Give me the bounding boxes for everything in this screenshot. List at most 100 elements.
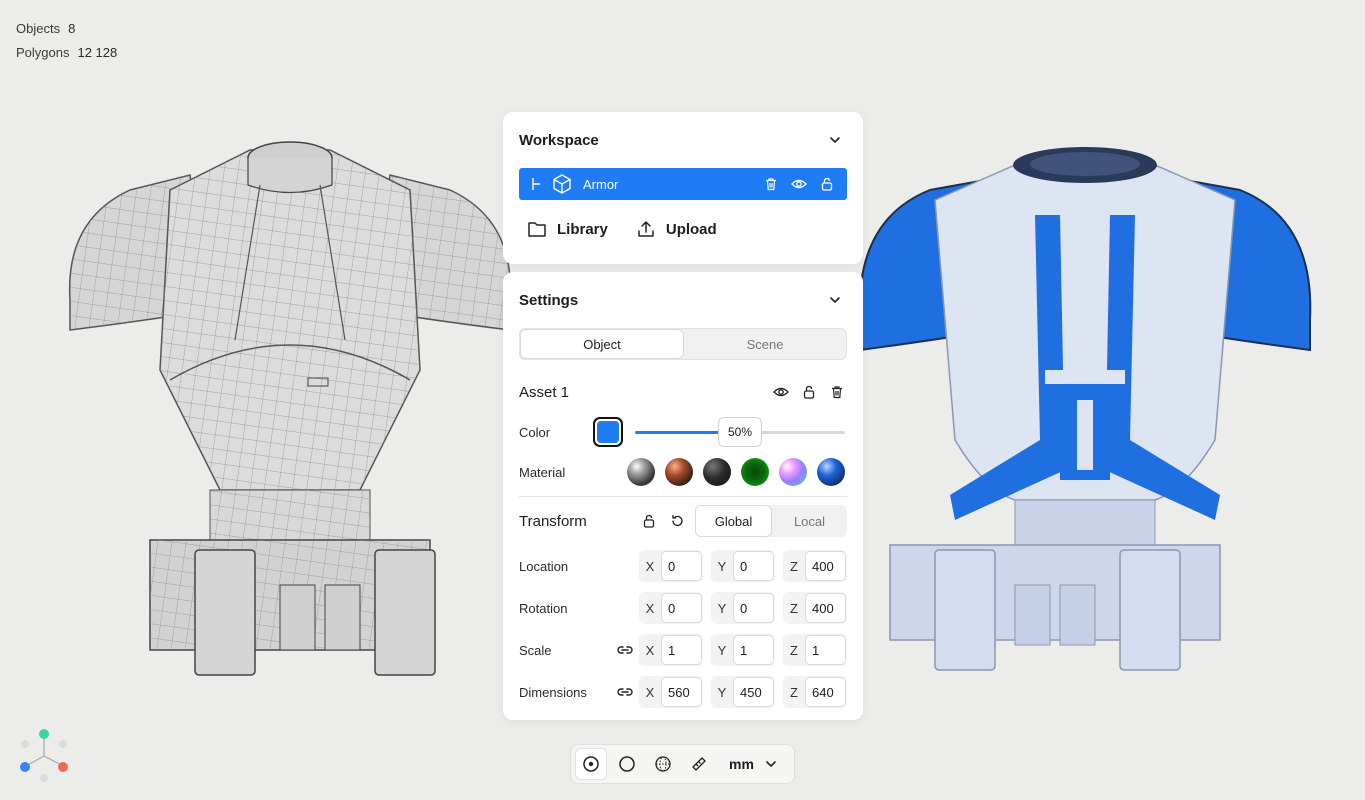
- select-tool-button[interactable]: [575, 748, 607, 780]
- location-y-field: Y0: [711, 550, 775, 582]
- ruler-icon: [692, 757, 706, 771]
- scale-y-field: Y1: [711, 634, 775, 666]
- rotation-x-field: X0: [639, 592, 703, 624]
- location-y-input[interactable]: 0: [733, 551, 774, 581]
- axis-label: Z: [790, 642, 798, 658]
- iridescent-sphere-material[interactable]: [779, 458, 807, 486]
- chevron-down-icon[interactable]: [823, 128, 847, 152]
- transform-title: Transform: [519, 512, 587, 530]
- axis-label: Y: [717, 642, 727, 658]
- unit-select[interactable]: mm: [729, 756, 778, 772]
- asset-title: Asset 1: [519, 383, 570, 401]
- sphere-tool-button[interactable]: [611, 748, 643, 780]
- unlock-icon[interactable]: [799, 382, 819, 402]
- scene-stats: Objects 8 Polygons 12 128: [16, 16, 117, 64]
- upload-button[interactable]: Upload: [636, 220, 717, 238]
- location-z-input[interactable]: 400: [805, 551, 846, 581]
- eye-icon[interactable]: [771, 382, 791, 402]
- tree-branch-icon: [532, 178, 540, 190]
- material-label: Material: [519, 464, 566, 480]
- rotation-y-input[interactable]: 0: [733, 593, 774, 623]
- scale-x-field: X1: [639, 634, 703, 666]
- link-icon[interactable]: [611, 640, 639, 660]
- axis-label: Z: [790, 600, 798, 616]
- blue-gloss-sphere-material[interactable]: [817, 458, 845, 486]
- dimensions-label: Dimensions: [519, 684, 587, 700]
- scale-z-field: Z1: [783, 634, 847, 666]
- rotation-x-input[interactable]: 0: [661, 593, 702, 623]
- link-icon[interactable]: [611, 682, 639, 702]
- upload-label: Upload: [665, 220, 717, 238]
- scale-z-input[interactable]: 1: [805, 635, 846, 665]
- scale-x-input[interactable]: 1: [661, 635, 702, 665]
- circle-icon: [619, 756, 635, 772]
- matte-black-sphere-material[interactable]: [703, 458, 731, 486]
- polygons-label: Polygons: [16, 44, 70, 60]
- trash-icon[interactable]: [761, 174, 781, 194]
- location-label: Location: [519, 558, 569, 574]
- rotation-y-field: Y0: [711, 592, 775, 624]
- wireframe-tool-button[interactable]: [647, 748, 679, 780]
- target-icon: [583, 756, 599, 772]
- dimensions-x-field: X 560: [639, 676, 703, 708]
- slider-thumb[interactable]: 50%: [718, 417, 762, 447]
- chevron-down-icon[interactable]: [823, 288, 847, 312]
- scale-label: Scale: [519, 642, 552, 658]
- eye-icon[interactable]: [789, 174, 809, 194]
- axis-label: Y: [717, 600, 727, 616]
- scale-y-input[interactable]: 1: [733, 635, 774, 665]
- tab-global[interactable]: Global: [695, 505, 772, 537]
- wireframe-armor-model[interactable]: [60, 130, 520, 690]
- library-label: Library: [557, 220, 608, 238]
- trash-icon[interactable]: [827, 382, 847, 402]
- scale-row: Scale X1 Y1 Z1: [503, 629, 863, 671]
- divider: [519, 496, 847, 497]
- location-x-input[interactable]: 0: [661, 551, 702, 581]
- dimensions-y-field: Y 450: [711, 676, 775, 708]
- material-row: Material: [503, 452, 863, 492]
- copper-sphere-material[interactable]: [665, 458, 693, 486]
- unit-label: mm: [729, 756, 754, 772]
- axis-label: Y: [717, 684, 727, 700]
- tab-scene[interactable]: Scene: [684, 329, 846, 359]
- workspace-title: Workspace: [519, 131, 599, 149]
- axis-label: X: [645, 642, 655, 658]
- axis-label: Z: [790, 558, 798, 574]
- unlock-icon[interactable]: [817, 174, 837, 194]
- rotation-label: Rotation: [519, 600, 568, 616]
- material-list: [627, 458, 845, 486]
- green-glow-sphere-material[interactable]: [741, 458, 769, 486]
- folder-icon: [528, 222, 546, 237]
- location-z-field: Z 400: [783, 550, 847, 582]
- global-local-toggle: Global Local: [695, 505, 847, 537]
- transform-header: Transform Global Local: [503, 503, 863, 539]
- reset-icon[interactable]: [667, 511, 687, 531]
- viewport-toolbar: mm: [570, 744, 795, 784]
- opacity-slider[interactable]: 50%: [635, 417, 845, 447]
- measure-tool-button[interactable]: [683, 748, 715, 780]
- axis-label: X: [645, 600, 655, 616]
- color-swatch[interactable]: [593, 417, 623, 447]
- location-x-field: X0: [639, 550, 703, 582]
- axis-label: Z: [790, 684, 798, 700]
- workspace-item-label: Armor: [583, 176, 619, 192]
- color-label: Color: [519, 424, 551, 440]
- dimensions-x-input[interactable]: 560: [661, 677, 702, 707]
- tab-local[interactable]: Local: [772, 505, 847, 537]
- axis-gizmo[interactable]: [18, 726, 72, 784]
- dimensions-y-input[interactable]: 450: [733, 677, 774, 707]
- library-button[interactable]: Library: [527, 220, 608, 238]
- textured-armor-model[interactable]: [855, 140, 1315, 680]
- unlock-icon[interactable]: [639, 511, 659, 531]
- dimensions-z-input[interactable]: 640: [805, 677, 846, 707]
- chrome-sphere-material[interactable]: [627, 458, 655, 486]
- workspace-item-armor[interactable]: Armor: [519, 168, 847, 200]
- rotation-z-input[interactable]: 400: [805, 593, 846, 623]
- polygons-value: 12 128: [77, 44, 118, 60]
- settings-title: Settings: [519, 291, 579, 309]
- axis-label: Y: [717, 558, 727, 574]
- chevron-down-icon: [766, 761, 776, 767]
- tab-object[interactable]: Object: [520, 329, 684, 359]
- rotation-row: Rotation X0 Y0 Z 400: [503, 587, 863, 629]
- color-swatch-fill: [597, 421, 619, 443]
